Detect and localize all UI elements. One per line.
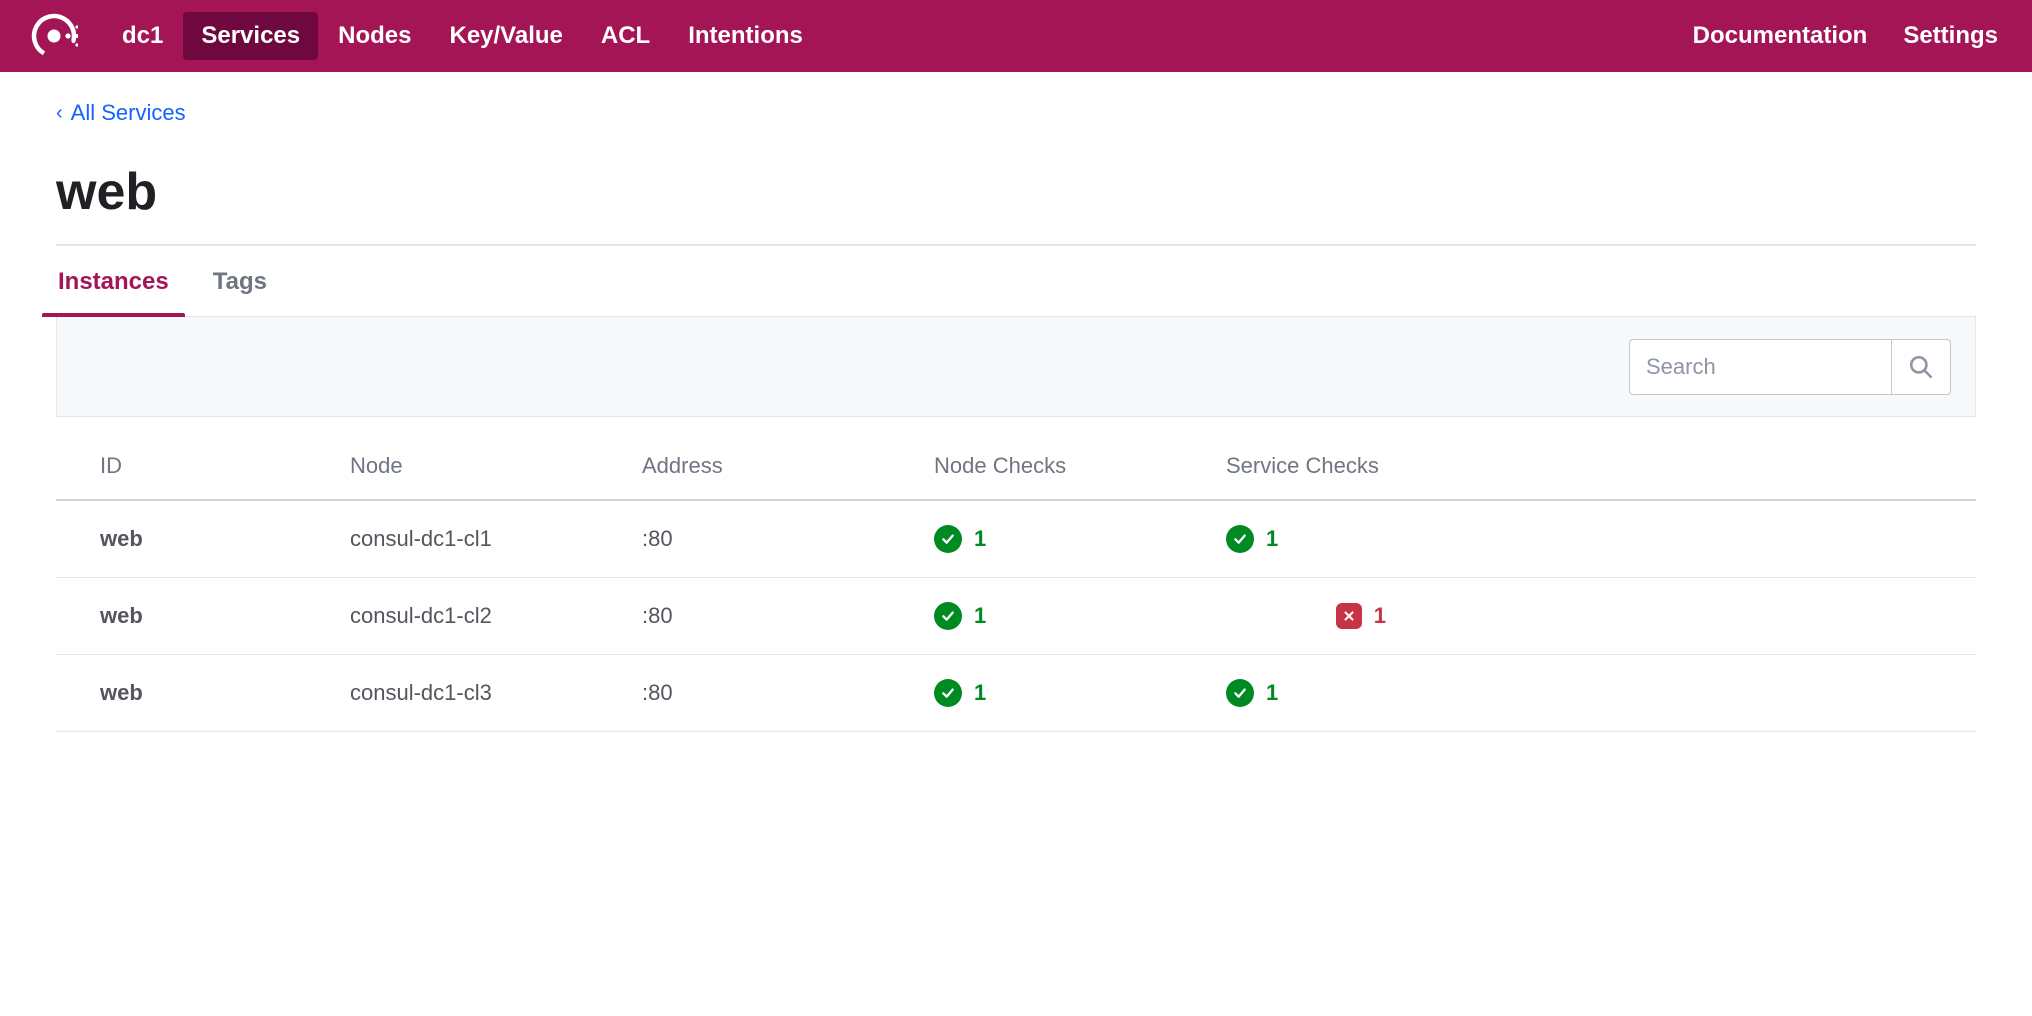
node-check-status-count: 1 [974, 526, 986, 552]
col-header-node: Node [350, 453, 642, 500]
nav-item-keyvalue[interactable]: Key/Value [431, 12, 580, 60]
node-check-status-count: 1 [974, 603, 986, 629]
search-input[interactable] [1629, 339, 1891, 395]
top-nav: dc1 Services Nodes Key/Value ACL Intenti… [0, 0, 2032, 72]
service-check-status: 1 [1226, 679, 1278, 707]
search-button[interactable] [1891, 339, 1951, 395]
cell-service-checks: 1 [1226, 655, 1976, 732]
table-header-row: ID Node Address Node Checks Service Chec… [56, 453, 1976, 500]
breadcrumb-all-services[interactable]: ‹ All Services [56, 100, 1976, 126]
service-check-status-count: 1 [1266, 526, 1278, 552]
nav-documentation[interactable]: Documentation [1693, 22, 1868, 50]
service-check-status: 1 [1336, 603, 1386, 629]
table-row[interactable]: web consul-dc1-cl2 :80 1 1 [56, 578, 1976, 655]
nav-left: dc1 Services Nodes Key/Value ACL Intenti… [104, 12, 821, 60]
col-header-node-checks: Node Checks [934, 453, 1226, 500]
check-circle-icon [934, 525, 962, 553]
page-body: ‹ All Services web Instances Tags ID Nod… [0, 72, 2032, 732]
cell-id: web [56, 500, 350, 578]
cell-node: consul-dc1-cl3 [350, 655, 642, 732]
service-check-status-count: 1 [1374, 603, 1386, 629]
cell-node: consul-dc1-cl2 [350, 578, 642, 655]
nav-right: Documentation Settings [1693, 22, 2004, 50]
nav-datacenter[interactable]: dc1 [104, 12, 181, 60]
search-wrap [1629, 339, 1951, 395]
breadcrumb-label: All Services [71, 100, 186, 126]
check-circle-icon [934, 602, 962, 630]
cell-node-checks: 1 [934, 578, 1226, 655]
service-check-status: 1 [1226, 525, 1278, 553]
cell-id: web [56, 655, 350, 732]
cell-node-checks: 1 [934, 655, 1226, 732]
x-square-icon [1336, 603, 1362, 629]
tab-instances[interactable]: Instances [56, 264, 171, 316]
instances-table: ID Node Address Node Checks Service Chec… [56, 453, 1976, 732]
col-header-service-checks: Service Checks [1226, 453, 1976, 500]
node-check-status: 1 [934, 679, 986, 707]
tabs: Instances Tags [56, 264, 1976, 317]
chevron-left-icon: ‹ [56, 102, 63, 125]
cell-address: :80 [642, 500, 934, 578]
node-check-status-count: 1 [974, 680, 986, 706]
check-circle-icon [1226, 525, 1254, 553]
check-circle-icon [1226, 679, 1254, 707]
cell-node-checks: 1 [934, 500, 1226, 578]
node-check-status: 1 [934, 525, 986, 553]
service-check-status-count: 1 [1266, 680, 1278, 706]
search-icon [1908, 354, 1934, 380]
cell-service-checks: 1 [1226, 500, 1976, 578]
nav-settings[interactable]: Settings [1903, 22, 1998, 50]
nav-item-intentions[interactable]: Intentions [670, 12, 821, 60]
consul-logo-icon [30, 12, 78, 60]
nav-item-nodes[interactable]: Nodes [320, 12, 429, 60]
tab-tags[interactable]: Tags [211, 264, 269, 316]
filter-bar [56, 317, 1976, 417]
cell-service-checks: 1 [1226, 578, 1976, 655]
node-check-status: 1 [934, 602, 986, 630]
cell-node: consul-dc1-cl1 [350, 500, 642, 578]
cell-id: web [56, 578, 350, 655]
cell-address: :80 [642, 655, 934, 732]
col-header-id: ID [56, 453, 350, 500]
col-header-address: Address [642, 453, 934, 500]
table-row[interactable]: web consul-dc1-cl3 :80 1 1 [56, 655, 1976, 732]
check-circle-icon [934, 679, 962, 707]
cell-address: :80 [642, 578, 934, 655]
title-divider [56, 244, 1976, 246]
consul-logo [28, 10, 80, 62]
nav-item-services[interactable]: Services [183, 12, 318, 60]
nav-item-acl[interactable]: ACL [583, 12, 668, 60]
table-row[interactable]: web consul-dc1-cl1 :80 1 1 [56, 500, 1976, 578]
page-title: web [56, 162, 1976, 222]
